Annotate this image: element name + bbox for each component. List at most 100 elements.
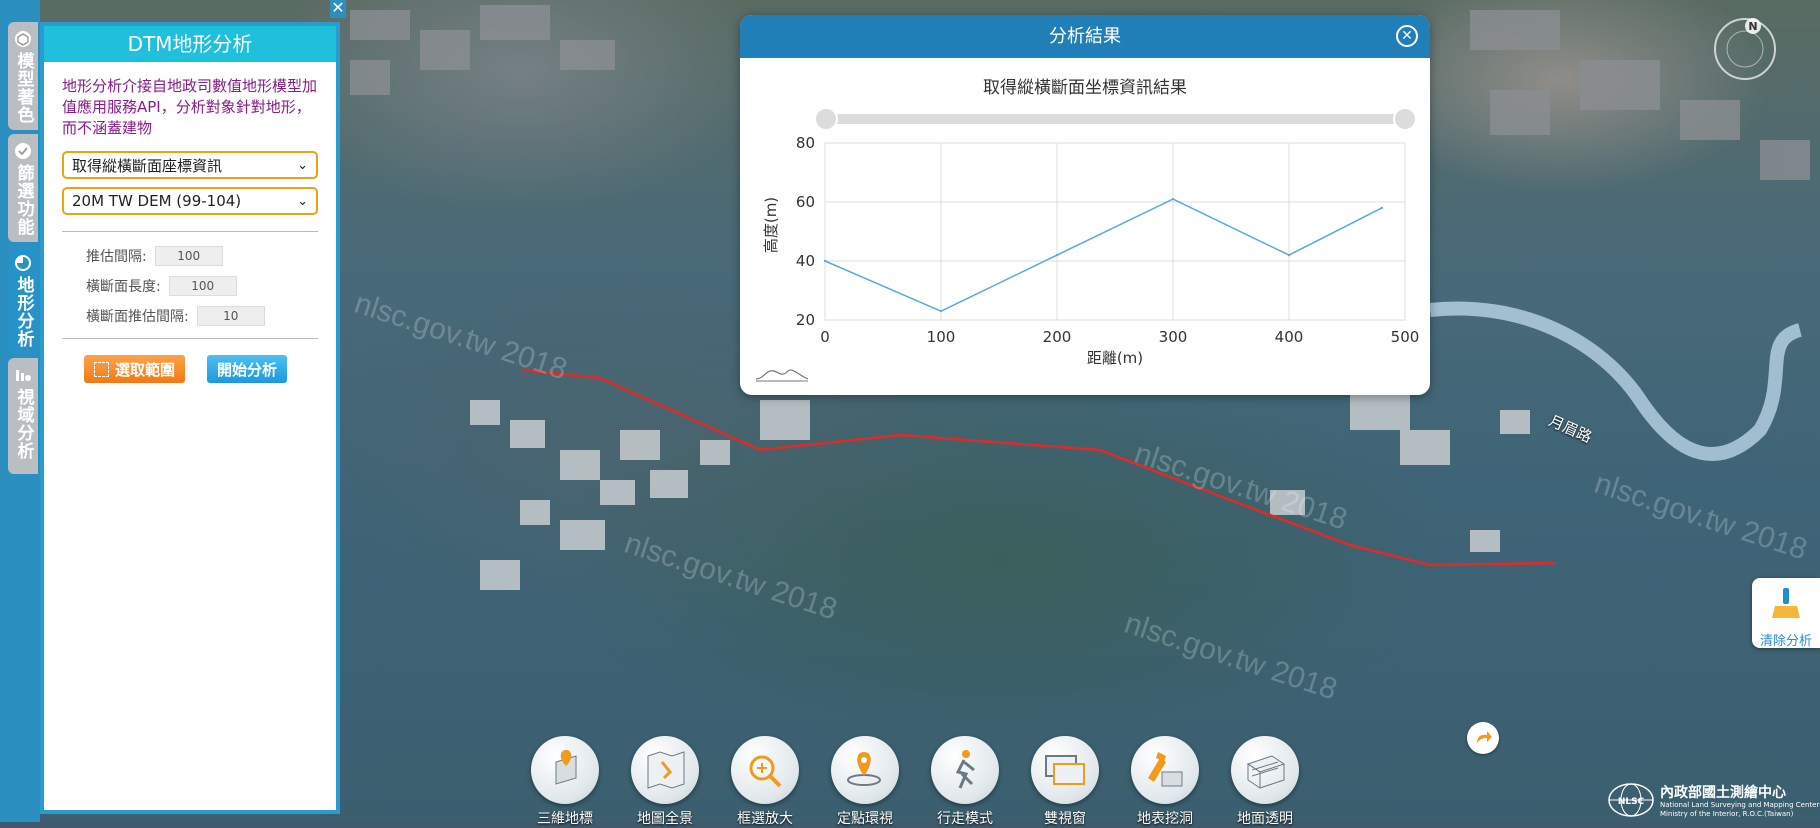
tab-label: 模型著色 (13, 52, 34, 124)
dig-hole-icon (1148, 752, 1183, 787)
tool-label: 定點環視 (837, 811, 893, 827)
profile-point (1055, 253, 1059, 257)
param-estimate-interval: 推估間隔: 100 (86, 246, 336, 266)
action-buttons: 選取範圍 開始分析 (84, 355, 336, 383)
button-label: 開始分析 (217, 360, 278, 379)
x-tick-label: 400 (1275, 328, 1304, 346)
tool-walk-mode-button[interactable]: 行走模式 (925, 736, 1005, 828)
tool-label: 三維地標 (537, 811, 593, 827)
plot-frame (824, 142, 1406, 321)
dem-source-value: 20M TW DEM (99-104) (72, 192, 242, 210)
ground-transparent-icon (1246, 755, 1286, 789)
walk-mode-icon (955, 750, 975, 789)
x-tick-label: 300 (1159, 328, 1188, 346)
tool-circle (931, 736, 999, 804)
cross-section-interval-input[interactable]: 10 (196, 306, 265, 326)
y-tick-label: 20 (796, 311, 815, 329)
profile-curve-icon (755, 369, 809, 382)
x-tick-label: 500 (1391, 328, 1420, 346)
logo-name: 內政部國土測繪中心 (1660, 785, 1786, 801)
range-slider-handle-left[interactable] (814, 107, 838, 131)
tool-zoom-box-button[interactable]: 框選放大 (725, 736, 805, 828)
clear-analysis-button[interactable]: 清除分析 (1752, 578, 1820, 649)
profile-point (1380, 206, 1383, 210)
elevation-profile-line (824, 198, 1383, 312)
profile-point (823, 259, 827, 263)
param-label: 橫斷面推估間隔: (86, 309, 189, 325)
y-tick-label: 60 (796, 193, 815, 211)
dual-window-icon (1045, 755, 1085, 785)
zoom-box-icon (749, 755, 782, 788)
button-label: 選取範圍 (115, 360, 176, 379)
tool-label: 地面透明 (1237, 811, 1293, 827)
y-tick-label: 40 (796, 252, 815, 270)
redo-arrow-icon (1477, 731, 1492, 743)
tool-circle (831, 736, 899, 804)
start-analysis-button[interactable]: 開始分析 (207, 355, 288, 383)
param-label: 推估間隔: (86, 249, 147, 265)
param-cross-section-interval: 橫斷面推估間隔: 10 (86, 306, 336, 326)
reset-view-button[interactable] (1467, 722, 1499, 754)
logo-english-1: National Land Surveying and Mapping Cent… (1660, 801, 1820, 809)
clear-analysis-label: 清除分析 (1759, 634, 1812, 649)
panel-title: DTM地形分析 (44, 26, 336, 62)
tool-dual-window-button[interactable]: 雙視窗 (1025, 736, 1105, 828)
analysis-result-dialog: 分析結果 ✕ 取得縱橫斷面坐標資訊結果 0 100 200 300 400 500 20 40… (740, 15, 1430, 395)
tool-dig-hole-button[interactable]: 地表挖洞 (1125, 736, 1205, 828)
point-orbit-icon (847, 752, 881, 786)
tab-model-coloring[interactable]: 模型著色 (8, 22, 38, 130)
tool-label: 地表挖洞 (1137, 811, 1193, 827)
tool-circle (731, 736, 799, 804)
x-tick-label: 200 (1043, 328, 1072, 346)
cube-icon (15, 31, 31, 47)
tab-label: 視域分析 (13, 388, 34, 460)
y-axis-label: 高度(m) (762, 197, 780, 253)
map-panorama-icon (647, 751, 685, 789)
eye-chart-icon (16, 370, 31, 381)
param-cross-section-length: 橫斷面長度: 100 (86, 276, 336, 296)
analysis-type-value: 取得縱橫斷面座標資訊 (72, 156, 223, 175)
tool-ground-transparent-button[interactable]: 地面透明 (1225, 736, 1305, 828)
compass-north-label: N (1748, 20, 1757, 33)
nlsc-badge-text: NLSC (1618, 797, 1645, 807)
tool-3d-landmark-button[interactable]: 三維地標 (525, 736, 605, 828)
tab-filter[interactable]: 篩選功能 (8, 134, 38, 242)
logo-english-2: Ministry of the Interior, R.O.C.(Taiwan) (1660, 810, 1794, 818)
chevron-down-icon: ⌄ (297, 157, 308, 173)
side-tab-bar: 模型著色 篩選功能 地形分析 視域分析 (0, 0, 40, 822)
compass-icon[interactable]: N (1710, 14, 1780, 84)
panel-description: 地形分析介接自地政司數值地形模型加值應用服務API，分析對象針對地形，而不涵蓋建… (62, 77, 318, 137)
dtm-analysis-panel: DTM地形分析 地形分析介接自地政司數值地形模型加值應用服務API，分析對象針對… (40, 22, 340, 814)
select-range-button[interactable]: 選取範圍 (84, 355, 186, 383)
tool-label: 地圖全景 (637, 811, 693, 827)
analysis-type-select[interactable]: 取得縱橫斷面座標資訊 ⌄ (62, 151, 318, 179)
cross-section-length-input[interactable]: 100 (168, 276, 237, 296)
estimate-interval-input[interactable]: 100 (154, 246, 223, 266)
bottom-toolbar: 三維地標 地圖全景 框選放大 定點環視 行走模式 雙視窗 地表挖洞 地面透明 (525, 736, 1325, 827)
tab-terrain-analysis[interactable]: 地形分析 (8, 246, 38, 354)
tool-circle (631, 736, 699, 804)
tool-point-orbit-button[interactable]: 定點環視 (825, 736, 905, 828)
range-slider-handle-right[interactable] (1393, 107, 1417, 131)
pie-chart-icon (15, 255, 31, 271)
tool-map-panorama-button[interactable]: 地圖全景 (625, 736, 705, 828)
panel-close-button[interactable]: ✕ (330, 0, 346, 18)
profile-point (1287, 253, 1291, 257)
tab-label: 篩選功能 (13, 164, 34, 236)
tab-viewshed-analysis[interactable]: 視域分析 (8, 358, 38, 474)
tool-circle (531, 736, 599, 804)
y-tick-label: 80 (796, 134, 815, 152)
chevron-down-icon: ⌄ (297, 193, 308, 209)
range-slider-track (826, 114, 1406, 124)
divider (62, 338, 318, 339)
tool-circle (1031, 736, 1099, 804)
tool-label: 雙視窗 (1044, 811, 1086, 827)
x-tick-label: 100 (927, 328, 956, 346)
nlsc-globe-logo: NLSC (1608, 783, 1654, 817)
3d-landmark-icon (555, 750, 577, 785)
tab-label: 地形分析 (13, 276, 34, 348)
dem-source-select[interactable]: 20M TW DEM (99-104) ⌄ (62, 187, 318, 215)
tool-circle (1231, 736, 1299, 804)
nlsc-logo: NLSC 內政部國土測繪中心 National Land Surveying a… (1605, 780, 1819, 824)
check-circle-icon (15, 143, 31, 159)
